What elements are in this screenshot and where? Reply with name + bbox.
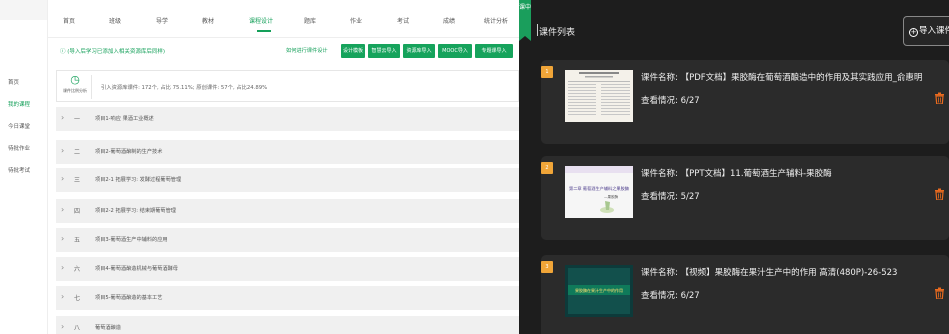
module-title: 项目2-葡萄酒酿制的生产技术 [95,149,163,155]
sidebar-list: 首页 我的课程 今日课堂 待批作业 待批考试 [0,20,47,174]
import-courseware-label: 导入课件 [919,26,949,36]
courseware-panel: 课中 课件列表 + 导入课件 1 课件名称: 【PDF文档】果胶酶在葡萄酒酿造中… [519,0,949,334]
courseware-name[interactable]: 课件名称: 【PPT文档】11.葡萄酒生产辅料-果胶酶 [641,167,832,179]
module-title: 项目2-1 拓展学习: 发酵过程葡萄管理 [95,177,182,183]
import-courseware-button[interactable]: + 导入课件 [903,16,949,46]
courseware-index-badge: 1 [541,66,553,78]
module-title: 项目4-葡萄酒酿造机械与葡萄酒酵母 [95,266,178,272]
sidebar-item-pending-homework[interactable]: 待批作业 [8,144,47,152]
sidebar-item-pending-exams[interactable]: 待批考试 [8,166,47,174]
module-row[interactable]: › 三 项目2-1 拓展学习: 发酵过程葡萄管理 [56,168,519,192]
in-class-tab[interactable]: 课中 [519,0,531,41]
stats-analysis-label: 课件比例分析 [63,88,87,93]
module-row[interactable]: › 七 项目5-葡萄酒酿造的基本工艺 [56,286,519,310]
module-title: 项目3-葡萄酒生产中辅料的应用 [95,237,168,243]
module-number: 六 [74,266,81,273]
courseware-card[interactable]: 1 课件名称: 【PDF文档】果胶酶在葡萄酒酿造中的作用及其实践应用_俞惠明 查… [541,60,949,144]
course-design-page: 首页 我的课程 今日课堂 待批作业 待批考试 首页 班级 导学 教材 课程设计 … [0,0,519,334]
divider [91,75,92,99]
sidebar: 首页 我的课程 今日课堂 待批作业 待批考试 [0,0,48,334]
nav-tab-grades[interactable]: 成绩 [443,16,455,25]
resource-import-button[interactable]: 资源库导入 [403,44,435,58]
chevron-right-icon: › [61,234,65,243]
top-nav: 首页 班级 导学 教材 课程设计 题库 作业 考试 成绩 统计分析 [48,0,519,38]
nav-tab-homework[interactable]: 作业 [350,16,362,25]
clock-icon: ◷ [70,73,80,86]
sidebar-item-today-class[interactable]: 今日课堂 [8,122,47,130]
courseware-views: 查看情况: 6/27 [641,291,700,301]
module-row[interactable]: › 五 项目3-葡萄酒生产中辅料的应用 [56,228,519,252]
module-title: 项目5-葡萄酒酿造的基本工艺 [95,295,163,301]
nav-tab-question-bank[interactable]: 题库 [304,16,316,25]
module-number: 五 [74,237,81,244]
module-row[interactable]: › 二 项目2-葡萄酒酿制的生产技术 [56,140,519,164]
plus-circle-icon: + [909,28,918,37]
import-notice: ⓘ (导入后学习已添加入相关资源库后同样) [60,49,166,55]
chevron-right-icon: › [61,322,65,331]
courseware-name[interactable]: 课件名称: 【PDF文档】果胶酶在葡萄酒酿造中的作用及其实践应用_俞惠明 [641,71,922,83]
title-marker [537,24,538,36]
courseware-index-badge: 3 [541,261,553,273]
panel-title: 课件列表 [539,28,576,38]
chevron-right-icon: › [61,263,65,272]
topic-import-button[interactable]: 专题课导入 [475,44,513,58]
nav-tab-exam[interactable]: 考试 [397,16,409,25]
trash-icon[interactable] [935,287,944,300]
module-row[interactable]: › 六 项目4-葡萄酒酿造机械与葡萄酒酵母 [56,257,519,281]
module-title: 项目1-响应 果酒工业概述 [95,116,154,122]
module-number: 三 [74,177,81,184]
courseware-name[interactable]: 课件名称: 【视频】果胶酶在果汁生产中的作用 高清(480P)-26-523 [641,266,897,278]
module-number: 二 [74,149,81,156]
nav-tab-home[interactable]: 首页 [63,16,75,25]
trash-icon[interactable] [935,188,944,201]
mooc-import-button[interactable]: MOOC导入 [438,44,472,58]
stats-analysis-button[interactable]: ◷ 课件比例分析 [61,73,89,101]
chevron-right-icon: › [61,205,65,214]
courseware-card[interactable]: 2 第二章 葡萄酒生产辅料之果胶酶 —果胶酶 课件名称: 【PPT文档】11.葡… [541,156,949,240]
module-row[interactable]: › 一 项目1-响应 果酒工业概述 [56,107,519,131]
active-tab-indicator [257,30,271,32]
video-thumbnail[interactable]: 果胶酶在果汁生产中的作用 [565,265,633,317]
ppt-thumbnail[interactable]: 第二章 葡萄酒生产辅料之果胶酶 —果胶酶 [565,166,633,218]
nav-tab-course-design[interactable]: 课程设计 [249,16,273,25]
courseware-index-badge: 2 [541,162,553,174]
toolbar-row: ⓘ (导入后学习已添加入相关资源库后同样) 如何进行课件设计 设计模板 智慧云导… [56,44,519,58]
chevron-right-icon: › [61,292,65,301]
chevron-right-icon: › [61,174,65,183]
courseware-views: 查看情况: 5/27 [641,192,700,202]
ppt-thumbnail-title: 第二章 葡萄酒生产辅料之果胶酶 [569,185,629,192]
chevron-right-icon: › [61,113,65,122]
module-number: 一 [74,116,81,123]
module-title: 项目2-2 拓展学习: 结束期葡萄管理 [95,208,176,214]
nav-tab-class[interactable]: 班级 [109,16,121,25]
module-row[interactable]: › 八 葡萄酒酿造 [56,316,519,334]
nav-tab-textbook[interactable]: 教材 [202,16,214,25]
nav-tab-guide[interactable]: 导学 [156,16,168,25]
how-to-design-link[interactable]: 如何进行课件设计 [286,47,328,54]
courseware-views: 查看情况: 6/27 [641,96,700,106]
sidebar-item-home[interactable]: 首页 [8,78,47,86]
module-number: 八 [74,325,81,332]
courseware-stats: ◷ 课件比例分析 引入资源库课件: 172个, 占比 75.11%; 原创课件:… [56,70,519,102]
video-thumbnail-title: 果胶酶在果汁生产中的作用 [575,287,623,293]
trash-icon[interactable] [935,92,944,105]
ppt-thumbnail-subtitle: —果胶酶 [604,194,619,199]
module-row[interactable]: › 四 项目2-2 拓展学习: 结束期葡萄管理 [56,199,519,223]
module-number: 七 [74,295,81,302]
sidebar-item-my-courses[interactable]: 我的课程 [8,100,47,108]
import-notice-text: (导入后学习已添加入相关资源库后同样) [67,49,166,55]
courseware-card[interactable]: 3 果胶酶在果汁生产中的作用 课件名称: 【视频】果胶酶在果汁生产中的作用 高清… [541,255,949,334]
pdf-thumbnail[interactable] [565,70,633,122]
nav-tab-statistics[interactable]: 统计分析 [484,16,508,25]
sidebar-header [0,0,47,20]
module-number: 四 [74,208,81,215]
chevron-right-icon: › [61,146,65,155]
module-title: 葡萄酒酿造 [95,325,121,331]
cloud-import-button[interactable]: 智慧云导入 [368,44,400,58]
design-template-button[interactable]: 设计模板 [341,44,365,58]
stats-summary: 引入资源库课件: 172个, 占比 75.11%; 原创课件: 57个, 占比2… [101,85,268,91]
